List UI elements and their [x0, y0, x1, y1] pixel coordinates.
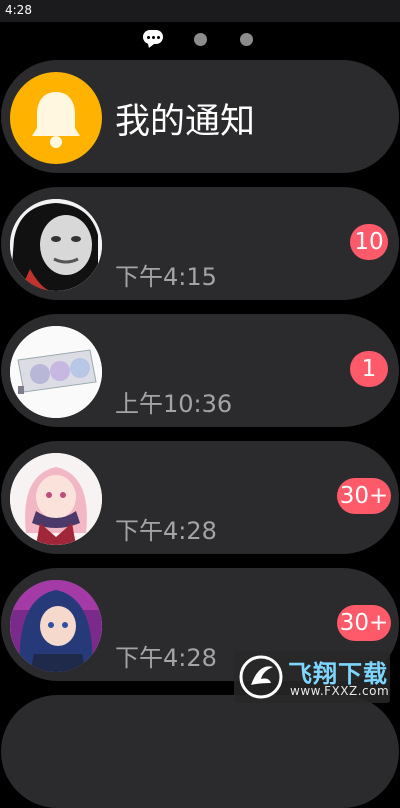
unread-badge: 30+ — [337, 605, 391, 641]
chat-bubble-icon[interactable] — [143, 30, 163, 44]
page-dot-2[interactable] — [194, 33, 207, 46]
meme-face-image — [10, 199, 102, 291]
notification-avatar — [10, 72, 102, 164]
conversation-item[interactable]: 上午10:36 1 — [1, 314, 399, 427]
conversation-time: 下午4:28 — [115, 517, 217, 545]
conversation-item[interactable]: 下午4:28 30+ — [1, 441, 399, 554]
conversation-time: 下午4:28 — [115, 644, 217, 672]
unread-badge: 10 — [350, 224, 388, 260]
unread-badge: 30+ — [337, 478, 391, 514]
watermark-url: www.FXXZ.com — [290, 684, 390, 698]
unread-badge: 1 — [350, 351, 388, 387]
bell-icon — [32, 92, 80, 148]
anime-girl-pink-hair-avatar — [10, 453, 102, 545]
status-time: 4:28 — [5, 3, 32, 17]
conversation-time: 下午4:15 — [115, 263, 217, 291]
notifications-title: 我的通知 — [115, 102, 256, 142]
status-bar: 4:28 — [0, 0, 400, 22]
anime-girl-blue-image — [10, 580, 102, 672]
watermark: 飞翔下载 www.FXXZ.com — [234, 651, 390, 703]
notifications-card[interactable]: 我的通知 — [1, 60, 399, 173]
anime-girl-blue-hair-avatar — [10, 580, 102, 672]
conversation-item[interactable]: 下午4:15 10 — [1, 187, 399, 300]
graphics-card-avatar — [10, 326, 102, 418]
meme-face-avatar — [10, 199, 102, 291]
conversation-time: 上午10:36 — [115, 390, 233, 418]
brand-logo-icon — [239, 655, 283, 699]
page-indicator — [0, 30, 400, 50]
conversation-item[interactable] — [1, 695, 399, 808]
graphics-card-image — [10, 326, 102, 418]
page-dot-3[interactable] — [240, 33, 253, 46]
anime-girl-pink-image — [10, 453, 102, 545]
